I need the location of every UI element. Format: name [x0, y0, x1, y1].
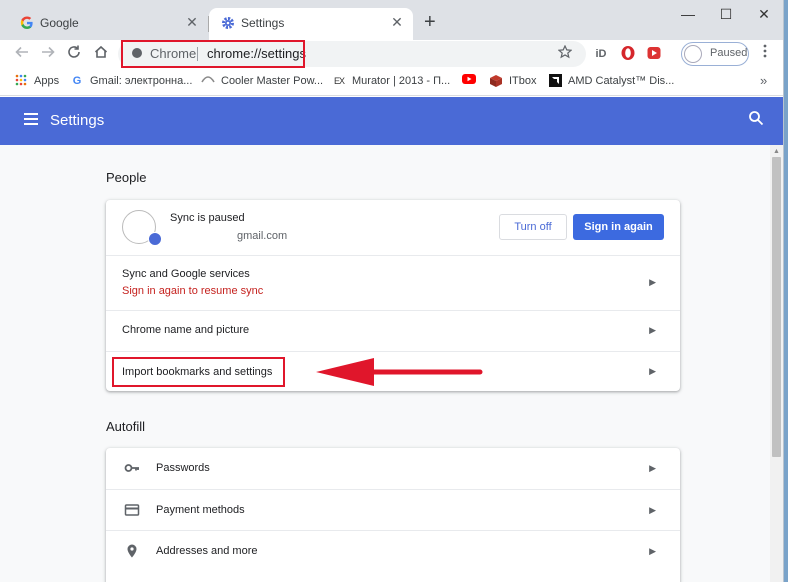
maximize-button[interactable]: ☐ [716, 6, 736, 23]
home-icon[interactable] [91, 44, 111, 64]
passwords-row[interactable]: Passwords ▶ [106, 448, 680, 489]
murator-icon: EX [333, 76, 345, 86]
opera-extension-icon[interactable] [619, 45, 637, 63]
row-sublabel: Sign in again to resume sync [122, 285, 264, 297]
row-label: Payment methods [156, 504, 245, 516]
chevron-right-icon: ▶ [649, 546, 656, 556]
close-window-button[interactable]: ✕ [754, 6, 774, 23]
key-icon [124, 460, 140, 476]
tab-strip: Google ✕ Settings ✕ + — ☐ ✕ [0, 0, 783, 40]
autofill-card: Passwords ▶ Payment methods ▶ Addresses … [106, 448, 680, 582]
row-label: Passwords [156, 462, 210, 474]
bookmark-label: AMD Catalyst™ Dis... [568, 75, 675, 87]
bookmarks-bar: Apps G Gmail: электронна... Cooler Master… [0, 68, 783, 96]
vertical-scrollbar[interactable]: ▲ [770, 145, 783, 582]
bookmark-label: Cooler Master Pow... [221, 75, 324, 87]
tab-title: Google [40, 16, 79, 30]
minimize-button[interactable]: — [678, 6, 698, 22]
bookmark-amd[interactable]: AMD Catalyst™ Dis... [548, 74, 674, 90]
google-g-icon: G [72, 75, 82, 87]
kebab-menu-icon[interactable] [759, 44, 771, 63]
account-email: gmail.com [237, 230, 288, 242]
section-title-autofill: Autofill [106, 419, 146, 434]
import-highlight-box [112, 357, 285, 387]
itbox-icon [489, 74, 503, 88]
chevron-right-icon: ▶ [649, 463, 656, 473]
row-label: Addresses and more [156, 545, 258, 557]
chevron-right-icon: ▶ [649, 505, 656, 515]
profile-paused-button[interactable]: Paused [681, 42, 749, 66]
hamburger-menu-icon[interactable] [24, 113, 38, 125]
scrollbar-thumb[interactable] [772, 157, 781, 457]
close-icon[interactable]: ✕ [184, 14, 200, 30]
bookmark-label: Murator | 2013 - П... [352, 75, 451, 87]
bookmark-star-icon[interactable] [557, 44, 573, 63]
bookmark-youtube[interactable] [462, 74, 482, 90]
sync-google-services-row[interactable]: Sync and Google services Sign in again t… [106, 255, 680, 310]
settings-header: Settings [0, 97, 783, 145]
chrome-name-picture-row[interactable]: Chrome name and picture ▶ [106, 310, 680, 351]
google-g-icon [20, 16, 34, 30]
settings-content: People Sync is paused gmail.com Turn off… [0, 145, 770, 582]
bookmark-label: Gmail: электронна... [90, 75, 193, 87]
red-arrow-annotation [316, 358, 483, 386]
close-icon[interactable]: ✕ [389, 14, 405, 30]
avatar [684, 45, 702, 63]
search-icon[interactable] [748, 110, 764, 126]
gear-icon [221, 16, 235, 30]
payment-methods-row[interactable]: Payment methods ▶ [106, 489, 680, 530]
media-extension-icon[interactable] [645, 45, 663, 63]
forward-arrow-icon[interactable] [38, 44, 58, 64]
apps-grid-icon [14, 74, 28, 88]
location-pin-icon [124, 543, 140, 559]
scroll-up-arrow-icon[interactable]: ▲ [773, 148, 780, 155]
chevron-right-icon: ▶ [649, 366, 656, 376]
bookmarks-overflow-button[interactable]: » [760, 73, 767, 88]
youtube-icon [462, 74, 476, 88]
bookmark-label: Apps [34, 75, 60, 87]
sign-in-again-button[interactable]: Sign in again [573, 214, 664, 240]
bookmark-itbox[interactable]: ITbox [489, 74, 537, 90]
bookmark-label: ITbox [509, 75, 537, 87]
turn-off-button[interactable]: Turn off [499, 214, 567, 240]
row-label: Sync and Google services [122, 268, 250, 280]
addresses-row[interactable]: Addresses and more ▶ [106, 530, 680, 571]
sync-status: Sync is paused [170, 212, 245, 224]
cooler-master-icon [201, 74, 215, 88]
tab-title: Settings [241, 16, 285, 30]
sync-badge-icon [148, 232, 162, 246]
credit-card-icon [124, 502, 140, 518]
section-title-people: People [106, 170, 147, 185]
tab-settings[interactable]: Settings ✕ [209, 8, 413, 40]
bookmark-gmail[interactable]: G Gmail: электронна... [70, 74, 193, 90]
reload-icon[interactable] [64, 44, 84, 64]
page-title: Settings [50, 112, 105, 129]
row-label: Chrome name and picture [122, 324, 250, 336]
profile-status-label: Paused [710, 47, 748, 59]
back-arrow-icon[interactable] [12, 44, 32, 64]
url-highlight-box [121, 40, 305, 68]
chevron-right-icon: ▶ [649, 325, 656, 335]
toolbar: Chrome chrome://settings iD Paused [0, 40, 783, 68]
bookmark-murator[interactable]: EX Murator | 2013 - П... [332, 74, 450, 90]
chevron-right-icon: ▶ [649, 277, 656, 287]
bookmark-apps[interactable]: Apps [14, 74, 59, 90]
bookmark-cooler-master[interactable]: Cooler Master Pow... [201, 74, 323, 90]
new-tab-button[interactable]: + [424, 12, 436, 32]
chrome-window: Google ✕ Settings ✕ + — ☐ ✕ Chrome chrom… [0, 0, 784, 582]
amd-icon [548, 74, 562, 88]
tab-google[interactable]: Google ✕ [8, 8, 208, 40]
id-extension-icon[interactable]: iD [592, 45, 610, 63]
